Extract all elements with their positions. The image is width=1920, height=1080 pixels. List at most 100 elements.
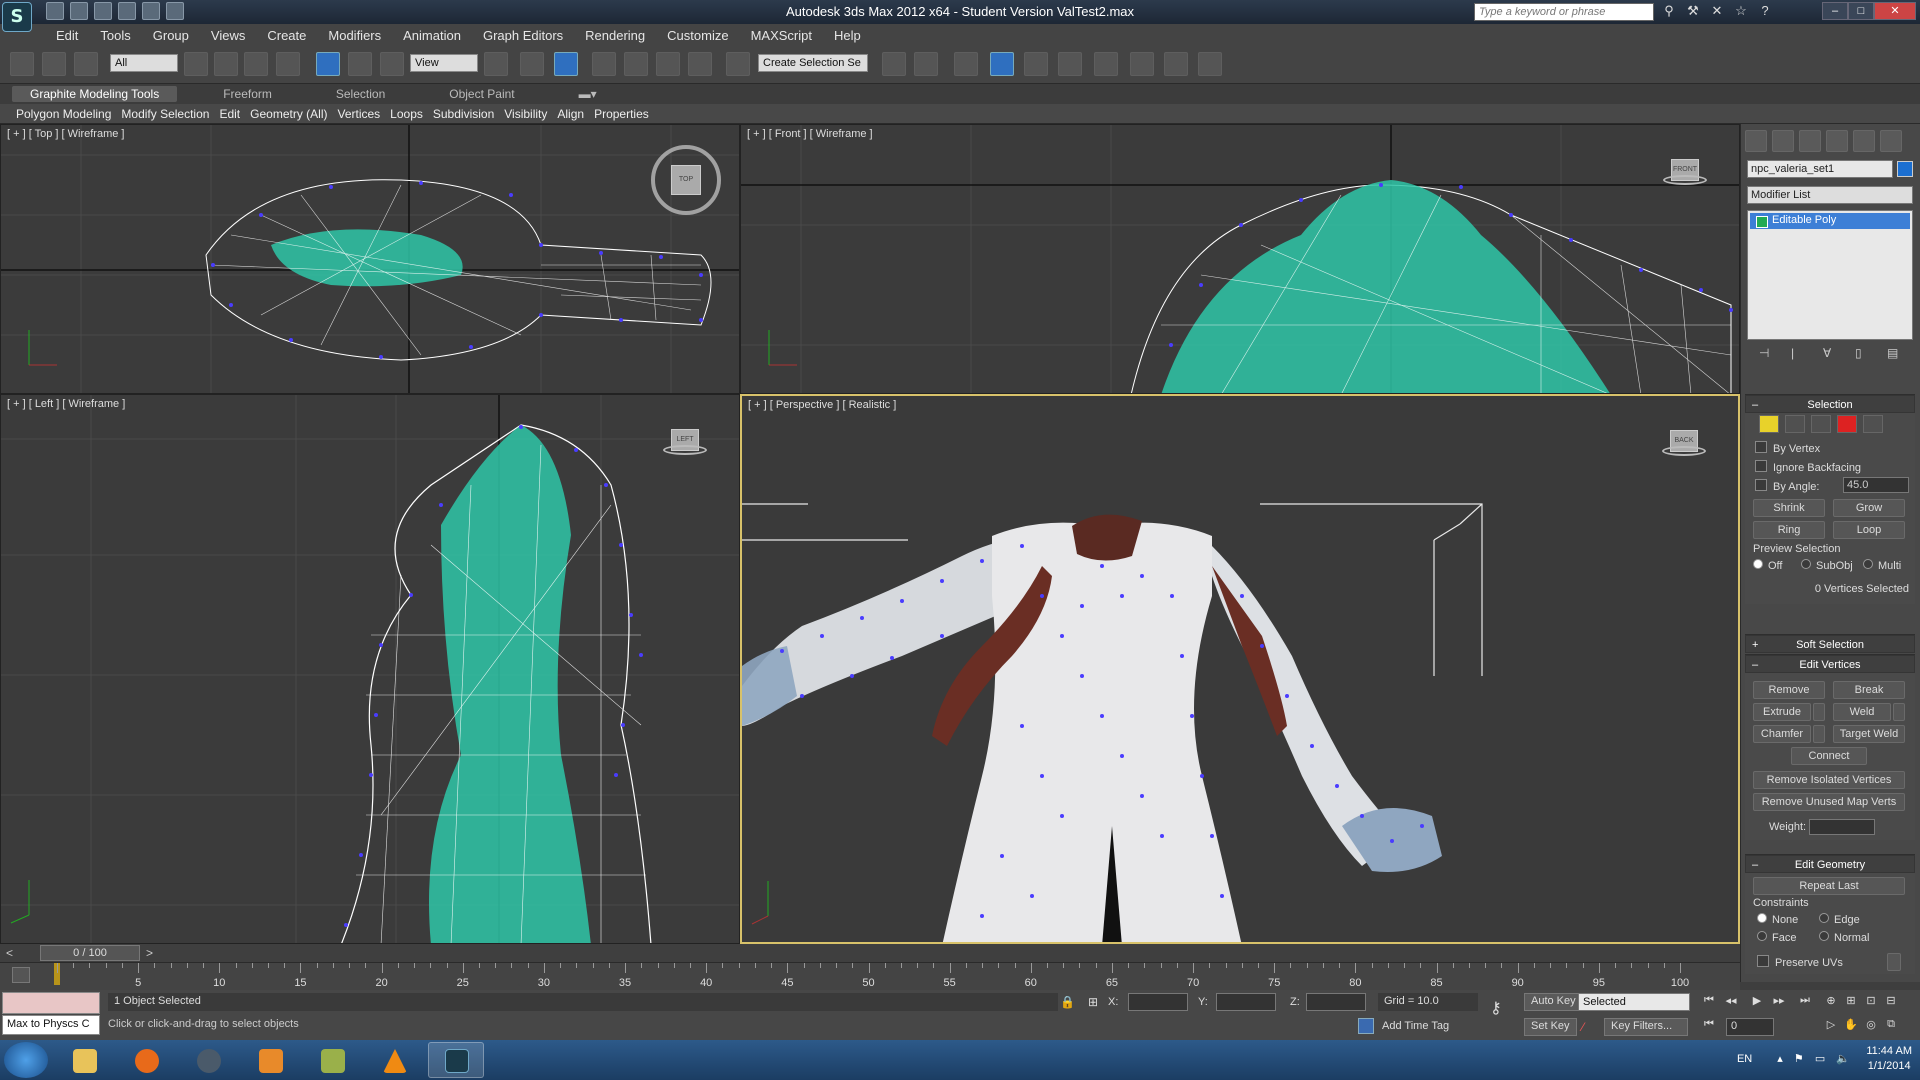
curve-editor-icon[interactable] bbox=[1024, 52, 1048, 76]
add-time-tag[interactable]: Add Time Tag bbox=[1382, 1020, 1449, 1032]
open-file-icon[interactable] bbox=[70, 2, 88, 20]
panel-align[interactable]: Align bbox=[557, 107, 584, 121]
lock-selection-icon[interactable]: 🔒 bbox=[1060, 995, 1075, 1009]
window-crossing-icon[interactable] bbox=[276, 52, 300, 76]
default-tangents-icon[interactable]: ⁄ bbox=[1582, 1020, 1584, 1034]
target-weld-button[interactable]: Target Weld bbox=[1833, 725, 1905, 743]
prev-frame-icon[interactable]: < bbox=[6, 946, 13, 960]
menu-create[interactable]: Create bbox=[267, 28, 306, 43]
track-bar[interactable]: 5 10 15 20 25 30 35 40 45 50 55 60 65 70 75 80 85 90 95 100 bbox=[0, 962, 1740, 990]
viewport-top[interactable]: [ + ] [ Top ] [ Wireframe ] TOP bbox=[0, 124, 740, 394]
vertex-mode-icon[interactable] bbox=[1759, 415, 1779, 433]
panel-geometry-all[interactable]: Geometry (All) bbox=[250, 107, 327, 121]
render-production-icon[interactable] bbox=[1198, 52, 1222, 76]
redo-icon[interactable] bbox=[142, 2, 160, 20]
current-frame-field[interactable]: 0 bbox=[1726, 1018, 1774, 1036]
go-to-start-icon[interactable]: ⏮ bbox=[1700, 994, 1718, 1010]
motion-tab-icon[interactable] bbox=[1826, 130, 1848, 152]
menu-customize[interactable]: Customize bbox=[667, 28, 728, 43]
constraint-normal-radio[interactable]: Normal bbox=[1819, 931, 1869, 944]
configure-sets-icon[interactable]: ▤ bbox=[1887, 346, 1901, 360]
rendered-frame-icon[interactable] bbox=[1164, 52, 1188, 76]
select-object-icon[interactable] bbox=[184, 52, 208, 76]
render-setup-icon[interactable] bbox=[1130, 52, 1154, 76]
chamfer-button[interactable]: Chamfer bbox=[1753, 725, 1811, 743]
show-hidden-icons-icon[interactable]: ▴ bbox=[1777, 1053, 1783, 1065]
mirror-icon[interactable] bbox=[882, 52, 906, 76]
polygon-mode-icon[interactable] bbox=[1837, 415, 1857, 433]
y-coordinate-field[interactable] bbox=[1216, 993, 1276, 1011]
border-mode-icon[interactable] bbox=[1811, 415, 1831, 433]
ribbon-options-icon[interactable]: ▬▾ bbox=[561, 86, 615, 102]
viewport-label[interactable]: [ + ] [ Perspective ] [ Realistic ] bbox=[748, 399, 896, 411]
z-coordinate-field[interactable] bbox=[1306, 993, 1366, 1011]
save-file-icon[interactable] bbox=[94, 2, 112, 20]
viewcube[interactable]: BACK bbox=[1662, 426, 1706, 460]
time-tag-icon[interactable] bbox=[1358, 1018, 1374, 1034]
preview-multi-radio[interactable]: Multi bbox=[1863, 559, 1901, 572]
maxscript-mini-listener[interactable] bbox=[2, 992, 100, 1014]
pivot-center-icon[interactable] bbox=[484, 52, 508, 76]
language-indicator[interactable]: EN bbox=[1737, 1053, 1752, 1065]
key-filters-button[interactable]: Key Filters... bbox=[1604, 1018, 1688, 1036]
viewport-perspective[interactable]: [ + ] [ Perspective ] [ Realistic ] BACK bbox=[740, 394, 1740, 944]
shrink-button[interactable]: Shrink bbox=[1753, 499, 1825, 517]
weld-settings-icon[interactable] bbox=[1893, 703, 1905, 721]
preview-off-radio[interactable]: Off bbox=[1753, 559, 1782, 572]
by-vertex-checkbox[interactable]: By Vertex bbox=[1755, 441, 1820, 455]
remove-unused-map-verts-button[interactable]: Remove Unused Map Verts bbox=[1753, 793, 1905, 811]
pin-stack-icon[interactable]: ⊣ bbox=[1759, 346, 1773, 360]
rollout-header-selection[interactable]: – Selection bbox=[1745, 395, 1915, 413]
menu-edit[interactable]: Edit bbox=[56, 28, 78, 43]
grow-button[interactable]: Grow bbox=[1833, 499, 1905, 517]
start-button[interactable] bbox=[4, 1042, 48, 1078]
object-color-swatch[interactable] bbox=[1897, 161, 1913, 177]
menu-maxscript[interactable]: MAXScript bbox=[751, 28, 812, 43]
panel-edit[interactable]: Edit bbox=[219, 107, 240, 121]
selection-filter-dropdown[interactable]: All bbox=[110, 54, 178, 72]
panel-vertices[interactable]: Vertices bbox=[337, 107, 380, 121]
remove-modifier-icon[interactable]: ▯ bbox=[1855, 346, 1869, 360]
viewcube[interactable]: TOP bbox=[651, 145, 721, 215]
viewport-front[interactable]: [ + ] [ Front ] [ Wireframe ] FRONT bbox=[740, 124, 1740, 394]
rotate-icon[interactable] bbox=[348, 52, 372, 76]
select-by-name-icon[interactable] bbox=[214, 52, 238, 76]
constraint-none-radio[interactable]: None bbox=[1757, 913, 1798, 926]
extrude-button[interactable]: Extrude bbox=[1753, 703, 1811, 721]
viewcube-face[interactable]: TOP bbox=[671, 165, 701, 195]
binoculars-icon[interactable]: ⚲ bbox=[1660, 3, 1678, 21]
viewport-label[interactable]: [ + ] [ Top ] [ Wireframe ] bbox=[7, 128, 124, 140]
loop-button[interactable]: Loop bbox=[1833, 521, 1905, 539]
search-input[interactable]: Type a keyword or phrase bbox=[1474, 3, 1654, 21]
layer-manager-icon[interactable] bbox=[954, 52, 978, 76]
element-mode-icon[interactable] bbox=[1863, 415, 1883, 433]
material-editor-icon[interactable] bbox=[1094, 52, 1118, 76]
volume-icon[interactable]: 🔈 bbox=[1836, 1053, 1850, 1065]
viewport-label[interactable]: [ + ] [ Left ] [ Wireframe ] bbox=[7, 398, 125, 410]
time-slider[interactable]: 0 / 100 bbox=[40, 945, 140, 961]
set-key-icon[interactable]: ⚷ bbox=[1490, 998, 1502, 1018]
go-to-end-icon[interactable]: ⏭ bbox=[1796, 994, 1814, 1010]
angle-spinner[interactable]: 45.0 bbox=[1843, 477, 1909, 493]
spinner-snap-icon[interactable] bbox=[688, 52, 712, 76]
rectangular-selection-icon[interactable] bbox=[244, 52, 268, 76]
menu-modifiers[interactable]: Modifiers bbox=[328, 28, 381, 43]
object-name-field[interactable]: npc_valeria_set1 bbox=[1747, 160, 1893, 178]
show-end-result-icon[interactable]: | bbox=[1791, 346, 1805, 360]
orbit-icon[interactable]: ◎ bbox=[1862, 1018, 1880, 1034]
taskbar-vlc[interactable] bbox=[366, 1042, 422, 1078]
make-unique-icon[interactable]: ∀ bbox=[1823, 346, 1837, 360]
time-slider-track[interactable]: < 0 / 100 > bbox=[0, 944, 1740, 962]
tab-object-paint[interactable]: Object Paint bbox=[431, 86, 532, 102]
by-angle-checkbox[interactable]: By Angle: bbox=[1755, 479, 1819, 493]
weight-spinner[interactable] bbox=[1809, 819, 1875, 835]
stack-item-editable-poly[interactable]: Editable Poly bbox=[1750, 213, 1910, 229]
preview-subobj-radio[interactable]: SubObj bbox=[1801, 559, 1853, 572]
menu-help[interactable]: Help bbox=[834, 28, 861, 43]
menu-views[interactable]: Views bbox=[211, 28, 245, 43]
preserve-uvs-settings-icon[interactable] bbox=[1887, 953, 1901, 971]
viewport-label[interactable]: [ + ] [ Front ] [ Wireframe ] bbox=[747, 128, 873, 140]
panel-loops[interactable]: Loops bbox=[390, 107, 423, 121]
taskbar-app[interactable] bbox=[242, 1042, 298, 1078]
taskbar-app-2[interactable] bbox=[304, 1042, 360, 1078]
